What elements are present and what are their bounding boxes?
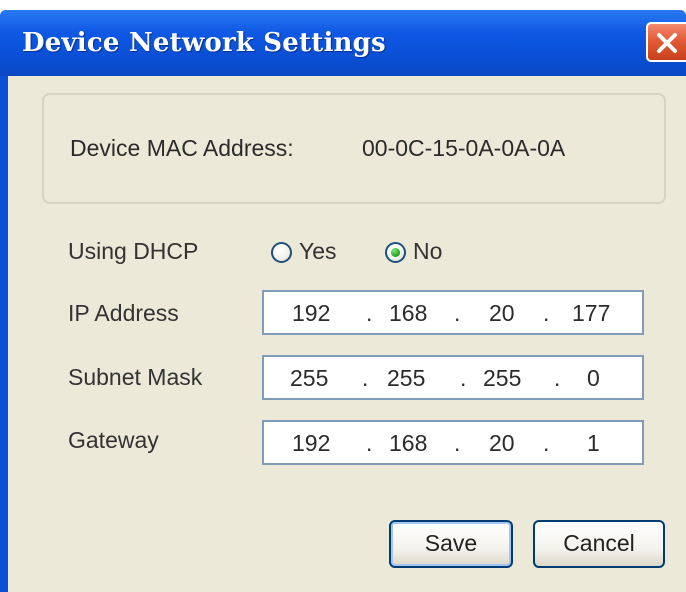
ip-separator: . [362, 365, 369, 391]
close-button[interactable] [646, 22, 686, 62]
dhcp-no-label[interactable]: No [413, 238, 442, 265]
gateway-octet-1[interactable]: 192 [292, 430, 330, 457]
ip-address-label: IP Address [68, 300, 179, 326]
title-bar[interactable]: Device Network Settings [0, 10, 686, 76]
subnet-octet-1[interactable]: 255 [290, 365, 328, 392]
dhcp-no-radio[interactable] [385, 242, 406, 263]
gateway-octet-3[interactable]: 20 [489, 430, 515, 457]
mac-address-group: Device MAC Address: 00-0C-15-0A-0A-0A [42, 93, 666, 204]
ip-separator: . [454, 430, 461, 456]
cancel-button[interactable]: Cancel [533, 520, 665, 568]
save-button[interactable]: Save [389, 520, 513, 568]
ip-separator: . [366, 430, 373, 456]
gateway-octet-2[interactable]: 168 [389, 430, 427, 457]
gateway-input[interactable]: 192 . 168 . 20 . 1 [262, 420, 644, 465]
ip-octet-3[interactable]: 20 [489, 300, 515, 327]
window-title: Device Network Settings [22, 28, 386, 58]
ip-separator: . [460, 365, 467, 391]
ip-separator: . [543, 300, 550, 326]
ip-separator: . [543, 430, 550, 456]
mac-address-label: Device MAC Address: [70, 135, 294, 161]
ip-separator: . [554, 365, 561, 391]
gateway-label: Gateway [68, 427, 159, 453]
dhcp-yes-radio[interactable] [271, 242, 292, 263]
subnet-octet-3[interactable]: 255 [483, 365, 521, 392]
close-icon [657, 33, 677, 53]
ip-address-input[interactable]: 192 . 168 . 20 . 177 [262, 290, 644, 335]
ip-octet-1[interactable]: 192 [292, 300, 330, 327]
dialog-content: Device MAC Address: 00-0C-15-0A-0A-0A Us… [8, 76, 686, 592]
dhcp-label: Using DHCP [68, 238, 199, 264]
subnet-mask-label: Subnet Mask [68, 364, 203, 390]
ip-separator: . [454, 300, 461, 326]
ip-separator: . [366, 300, 373, 326]
mac-address-value: 00-0C-15-0A-0A-0A [362, 135, 566, 161]
dialog-window: Device Network Settings Device MAC Addre… [0, 10, 686, 592]
gateway-octet-4[interactable]: 1 [587, 430, 600, 457]
subnet-mask-input[interactable]: 255 . 255 . 255 . 0 [262, 355, 644, 400]
ip-octet-4[interactable]: 177 [572, 300, 610, 327]
radio-selected-dot [391, 248, 400, 257]
subnet-octet-2[interactable]: 255 [387, 365, 425, 392]
subnet-octet-4[interactable]: 0 [587, 365, 600, 392]
ip-octet-2[interactable]: 168 [389, 300, 427, 327]
dhcp-yes-label[interactable]: Yes [299, 238, 337, 265]
